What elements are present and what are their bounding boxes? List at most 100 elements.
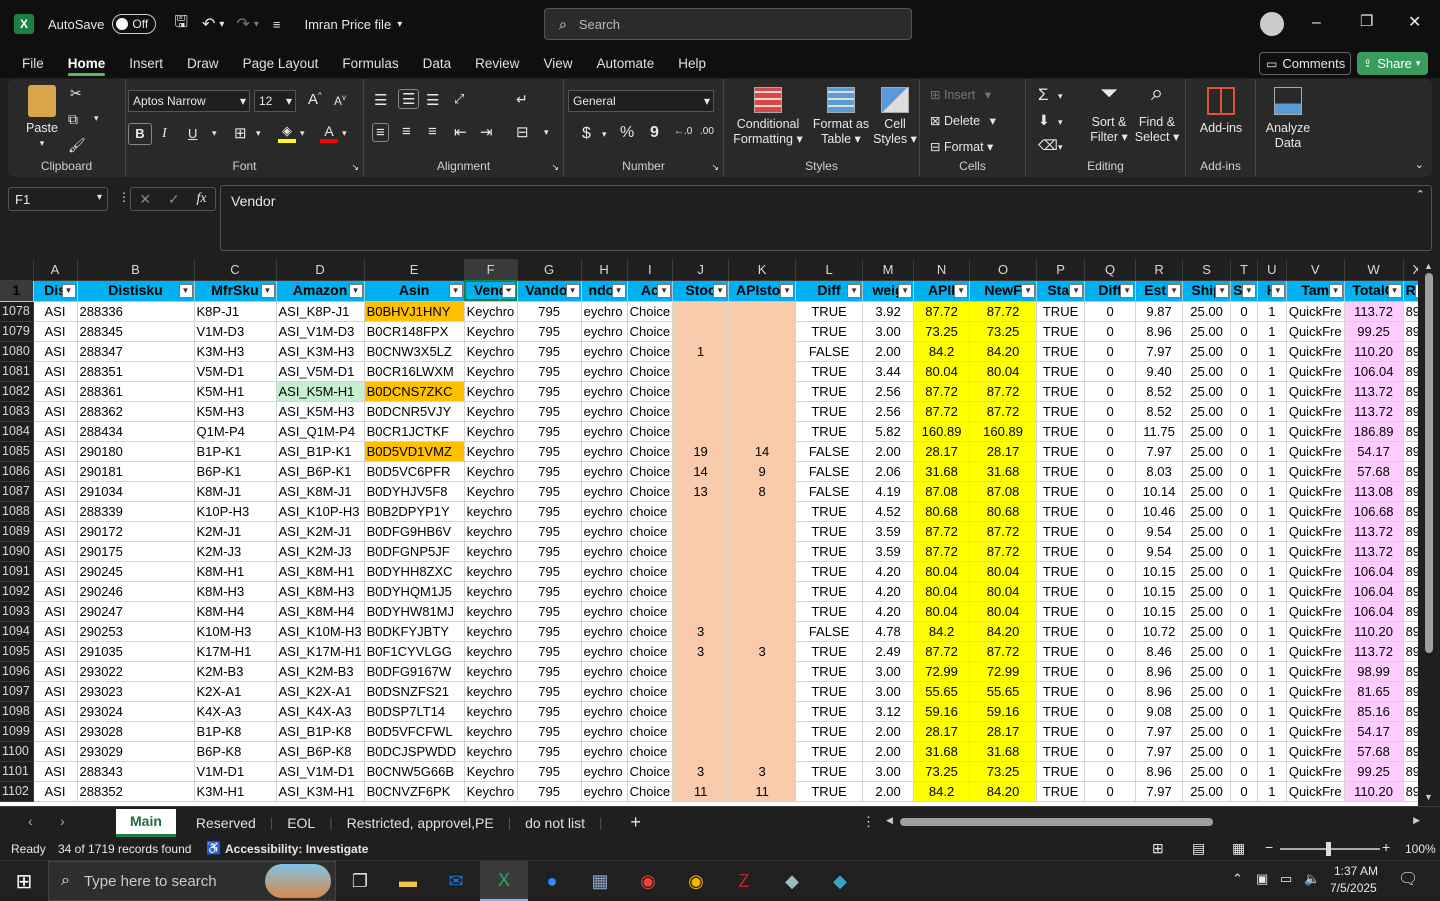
cell[interactable]: 84.20: [969, 341, 1038, 362]
cell[interactable]: 1: [1257, 601, 1287, 622]
column-header[interactable]: O: [969, 259, 1038, 281]
cell[interactable]: 1: [1257, 301, 1287, 322]
chevron-down-icon[interactable]: ▾: [1058, 91, 1063, 102]
filter-dropdown-icon[interactable]: ▼: [565, 283, 580, 298]
cell[interactable]: 795: [517, 321, 582, 342]
cell[interactable]: 8: [728, 481, 797, 502]
cell[interactable]: eychro: [581, 681, 628, 702]
cell[interactable]: Keychro: [464, 361, 518, 382]
cell[interactable]: eychro: [581, 341, 628, 362]
borders-icon[interactable]: ⊞: [234, 124, 247, 142]
cell[interactable]: 795: [517, 341, 582, 362]
cell[interactable]: TRUE: [1036, 421, 1086, 442]
filter-dropdown-icon[interactable]: ▼: [260, 283, 275, 298]
cell[interactable]: 7.97: [1135, 781, 1184, 802]
cell[interactable]: 0: [1230, 321, 1258, 342]
cell[interactable]: 55.65: [969, 681, 1038, 702]
cell[interactable]: 3: [728, 761, 797, 782]
cell[interactable]: 1: [1257, 561, 1287, 582]
cell[interactable]: 0: [1230, 361, 1258, 382]
cell[interactable]: FALSE: [795, 621, 864, 642]
cell[interactable]: 0: [1230, 381, 1258, 402]
cell[interactable]: 0: [1230, 541, 1258, 562]
filter-header-cell[interactable]: Stat ▼: [1036, 280, 1086, 302]
cell[interactable]: K10M-H3: [194, 621, 277, 642]
increase-decimal-icon[interactable]: ←.0: [674, 126, 692, 137]
filter-dropdown-icon[interactable]: ▼: [713, 283, 728, 298]
cell[interactable]: eychro: [581, 321, 628, 342]
cell[interactable]: eychro: [581, 381, 628, 402]
cell[interactable]: 2.49: [862, 641, 915, 662]
network-icon[interactable]: ▣: [1256, 871, 1268, 887]
cell[interactable]: K10P-H3: [194, 501, 277, 522]
cell[interactable]: ASI: [33, 301, 78, 322]
cell[interactable]: 84.20: [969, 621, 1038, 642]
cell[interactable]: TRUE: [1036, 381, 1086, 402]
cell[interactable]: Choice: [627, 341, 674, 362]
cell[interactable]: 1: [1257, 541, 1287, 562]
cell[interactable]: [672, 301, 730, 322]
cell[interactable]: 4.19: [862, 481, 915, 502]
cell[interactable]: [672, 741, 730, 762]
row-header[interactable]: 1084: [0, 421, 34, 442]
cell[interactable]: 25.00: [1182, 761, 1232, 782]
cell[interactable]: 0: [1230, 501, 1258, 522]
chevron-down-icon[interactable]: ▾: [544, 127, 549, 138]
cell[interactable]: QuickFre: [1286, 621, 1345, 642]
cell[interactable]: choice: [627, 701, 674, 722]
cell[interactable]: 4.20: [862, 581, 915, 602]
cell[interactable]: QuickFre: [1286, 521, 1345, 542]
row-header[interactable]: 1097: [0, 681, 34, 702]
cell[interactable]: QuickFre: [1286, 601, 1345, 622]
cell[interactable]: 1: [1257, 421, 1287, 442]
align-top-icon[interactable]: ☰: [374, 91, 387, 109]
cell[interactable]: TRUE: [795, 641, 864, 662]
row-header[interactable]: 1095: [0, 641, 34, 662]
cell[interactable]: [728, 301, 797, 322]
cell[interactable]: 14: [728, 441, 797, 462]
cell[interactable]: TRUE: [795, 381, 864, 402]
zoom-app-icon[interactable]: ●: [528, 861, 576, 901]
cell[interactable]: 87.08: [913, 481, 971, 502]
cell[interactable]: K2X-A1: [194, 681, 277, 702]
cell[interactable]: 25.00: [1182, 781, 1232, 802]
chevron-down-icon[interactable]: ▾: [212, 128, 217, 139]
cell[interactable]: 113.72: [1344, 401, 1404, 422]
cell[interactable]: 87.72: [913, 381, 971, 402]
cell[interactable]: 87.72: [913, 521, 971, 542]
cell[interactable]: 1: [1257, 481, 1287, 502]
cell[interactable]: ASI_Q1M-P4: [276, 421, 365, 442]
cell[interactable]: 0: [1084, 361, 1137, 382]
collapse-formula-icon[interactable]: ⌃: [1416, 188, 1425, 201]
cell[interactable]: keychro: [464, 741, 518, 762]
cell[interactable]: 0: [1084, 641, 1137, 662]
cell[interactable]: 9.87: [1135, 301, 1184, 322]
ribbon-collapse-icon[interactable]: ⌄: [1415, 158, 1424, 171]
cell[interactable]: 795: [517, 781, 582, 802]
cell[interactable]: choice: [627, 661, 674, 682]
cell[interactable]: 80.04: [913, 601, 971, 622]
cell[interactable]: B0BHVJ1HNY: [364, 301, 465, 322]
clock-date[interactable]: 7/5/2025: [1330, 881, 1377, 895]
cell[interactable]: 25.00: [1182, 541, 1232, 562]
cell[interactable]: [728, 401, 797, 422]
more-icon[interactable]: ⋮: [862, 814, 875, 830]
cell[interactable]: 0: [1230, 461, 1258, 482]
cell[interactable]: 3.00: [862, 321, 915, 342]
cell[interactable]: 57.68: [1344, 461, 1404, 482]
cell[interactable]: 25.00: [1182, 581, 1232, 602]
more-icon[interactable]: ⋮: [118, 190, 130, 204]
cell[interactable]: TRUE: [1036, 501, 1086, 522]
cell[interactable]: 110.20: [1344, 781, 1404, 802]
cell[interactable]: ASI: [33, 621, 78, 642]
cell[interactable]: 795: [517, 581, 582, 602]
cell[interactable]: ASI: [33, 641, 78, 662]
filter-dropdown-icon[interactable]: ▼: [1021, 283, 1036, 298]
cell[interactable]: 31.68: [913, 741, 971, 762]
cell[interactable]: 25.00: [1182, 401, 1232, 422]
row-header[interactable]: 1085: [0, 441, 34, 462]
cell[interactable]: 25.00: [1182, 321, 1232, 342]
cell[interactable]: TRUE: [1036, 561, 1086, 582]
cell[interactable]: TRUE: [1036, 701, 1086, 722]
dialog-launcher-icon[interactable]: ↘: [711, 162, 719, 173]
